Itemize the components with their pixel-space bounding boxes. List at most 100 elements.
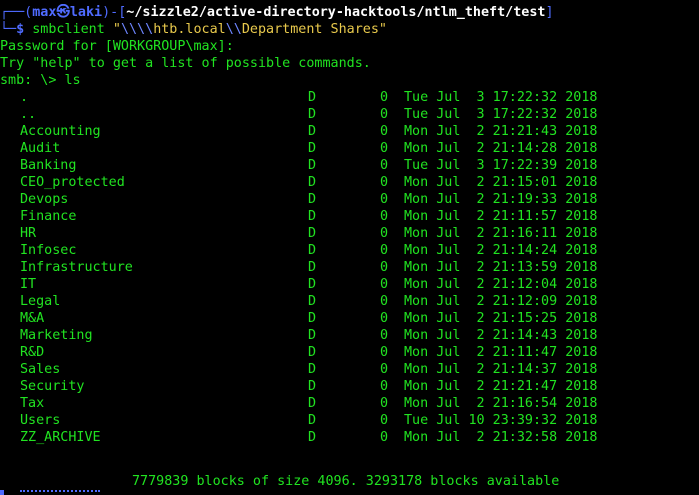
entry-size: 0 (380, 226, 389, 241)
entry-date: Mon Jul 2 21:12:09 2018 (404, 294, 598, 309)
list-item: Infrastructure D 0 Mon Jul 2 21:13:59 2018 (0, 259, 699, 276)
entry-type: D (308, 209, 317, 224)
entry-name: Infrastructure (20, 260, 133, 275)
entry-date: Mon Jul 2 21:32:58 2018 (404, 430, 598, 445)
command-arg-quote: " (104, 22, 121, 37)
command-arg-slashes: \\\\ (120, 22, 154, 37)
entry-size: 0 (380, 277, 389, 292)
entry-size: 0 (380, 124, 389, 139)
list-item: . D 0 Tue Jul 3 17:22:32 2018 (0, 89, 699, 106)
next-prompt-corner (0, 490, 4, 495)
list-item: M&A D 0 Mon Jul 2 21:15:25 2018 (0, 310, 699, 327)
command-name: smbclient (32, 22, 105, 37)
prompt-at-symbol: ㉿ (56, 5, 70, 20)
entry-size: 0 (380, 430, 389, 445)
directory-listing: . D 0 Tue Jul 3 17:22:32 2018.. D 0 Tue Jul 3 … (0, 89, 699, 446)
smb-prompt-line: smb: \> ls (0, 73, 81, 88)
next-prompt-text-partial (20, 490, 100, 494)
list-item: HR D 0 Mon Jul 2 21:16:11 2018 (0, 225, 699, 242)
entry-name: HR (20, 226, 37, 241)
entry-date: Mon Jul 2 21:14:43 2018 (404, 328, 598, 343)
entry-size: 0 (380, 379, 389, 394)
command-arg-host: htb.local (153, 22, 226, 37)
entry-date: Mon Jul 2 21:19:33 2018 (404, 192, 598, 207)
entry-name: Marketing (20, 328, 93, 343)
entry-type: D (308, 107, 317, 122)
entry-name: Devops (20, 192, 69, 207)
entry-name: Tax (20, 396, 45, 411)
entry-type: D (308, 141, 317, 156)
list-item: Tax D 0 Mon Jul 2 21:16:54 2018 (0, 395, 699, 412)
entry-type: D (308, 90, 317, 105)
prompt-path: ~/sizzle2/active-directory-hacktools/ntl… (126, 5, 546, 20)
entry-size: 0 (380, 141, 389, 156)
list-item: Sales D 0 Mon Jul 2 21:14:37 2018 (0, 361, 699, 378)
list-item: Infosec D 0 Mon Jul 2 21:14:24 2018 (0, 242, 699, 259)
entry-date: Mon Jul 2 21:16:54 2018 (404, 396, 598, 411)
entry-name: Accounting (20, 124, 101, 139)
entry-size: 0 (380, 90, 389, 105)
blocks-summary: 7779839 blocks of size 4096. 3293178 blo… (132, 474, 560, 489)
list-item: R&D D 0 Mon Jul 2 21:11:47 2018 (0, 344, 699, 361)
list-item: ZZ_ARCHIVE D 0 Mon Jul 2 21:32:58 2018 (0, 429, 699, 446)
entry-size: 0 (380, 192, 389, 207)
entry-name: Legal (20, 294, 61, 309)
entry-date: Mon Jul 2 21:14:37 2018 (404, 362, 598, 377)
entry-name: . (20, 90, 29, 105)
entry-type: D (308, 158, 317, 173)
entry-type: D (308, 396, 317, 411)
entry-size: 0 (380, 243, 389, 258)
command-arg-mid-slashes: \\ (225, 22, 242, 37)
prompt-host: laki (69, 5, 103, 20)
entry-size: 0 (380, 107, 389, 122)
terminal-window[interactable]: ┌──(max㉿laki)-[~/sizzle2/active-director… (0, 4, 699, 446)
prompt-dir-open: )-[ (102, 5, 127, 20)
entry-type: D (308, 413, 317, 428)
entry-name: ZZ_ARCHIVE (20, 430, 101, 445)
entry-name: Finance (20, 209, 77, 224)
entry-date: Tue Jul 10 23:39:32 2018 (404, 413, 598, 428)
entry-name: Infosec (20, 243, 77, 258)
prompt-corner-top: ┌──( (0, 5, 33, 20)
entry-name: CEO_protected (20, 175, 125, 190)
entry-type: D (308, 243, 317, 258)
list-item: IT D 0 Mon Jul 2 21:12:04 2018 (0, 276, 699, 293)
entry-name: Banking (20, 158, 77, 173)
entry-size: 0 (380, 328, 389, 343)
entry-type: D (308, 430, 317, 445)
entry-date: Mon Jul 2 21:16:11 2018 (404, 226, 598, 241)
command-arg-share: Department Shares" (241, 22, 387, 37)
entry-type: D (308, 124, 317, 139)
entry-date: Mon Jul 2 21:14:28 2018 (404, 141, 598, 156)
entry-date: Tue Jul 3 17:22:32 2018 (404, 107, 598, 122)
password-line: Password for [WORKGROUP\max]: (0, 39, 234, 54)
list-item: .. D 0 Tue Jul 3 17:22:32 2018 (0, 106, 699, 123)
entry-size: 0 (380, 175, 389, 190)
entry-date: Mon Jul 2 21:13:59 2018 (404, 260, 598, 275)
entry-size: 0 (380, 311, 389, 326)
entry-size: 0 (380, 345, 389, 360)
entry-type: D (308, 328, 317, 343)
entry-type: D (308, 362, 317, 377)
entry-date: Tue Jul 3 17:22:32 2018 (404, 90, 598, 105)
entry-name: Audit (20, 141, 61, 156)
entry-name: .. (20, 107, 37, 122)
entry-name: R&D (20, 345, 45, 360)
entry-name: M&A (20, 311, 45, 326)
entry-size: 0 (380, 209, 389, 224)
entry-type: D (308, 226, 317, 241)
entry-date: Mon Jul 2 21:11:47 2018 (404, 345, 598, 360)
entry-type: D (308, 311, 317, 326)
list-item: Marketing D 0 Mon Jul 2 21:14:43 2018 (0, 327, 699, 344)
entry-size: 0 (380, 260, 389, 275)
list-item: Audit D 0 Mon Jul 2 21:14:28 2018 (0, 140, 699, 157)
list-item: Security D 0 Mon Jul 2 21:21:47 2018 (0, 378, 699, 395)
prompt-line-command: └─$ smbclient "\\\\htb.local\\Department… (0, 21, 699, 38)
entry-name: Users (20, 413, 61, 428)
prompt-line-top: ┌──(max㉿laki)-[~/sizzle2/active-director… (0, 4, 699, 21)
entry-type: D (308, 277, 317, 292)
entry-size: 0 (380, 362, 389, 377)
entry-type: D (308, 294, 317, 309)
entry-size: 0 (380, 158, 389, 173)
entry-date: Mon Jul 2 21:15:25 2018 (404, 311, 598, 326)
